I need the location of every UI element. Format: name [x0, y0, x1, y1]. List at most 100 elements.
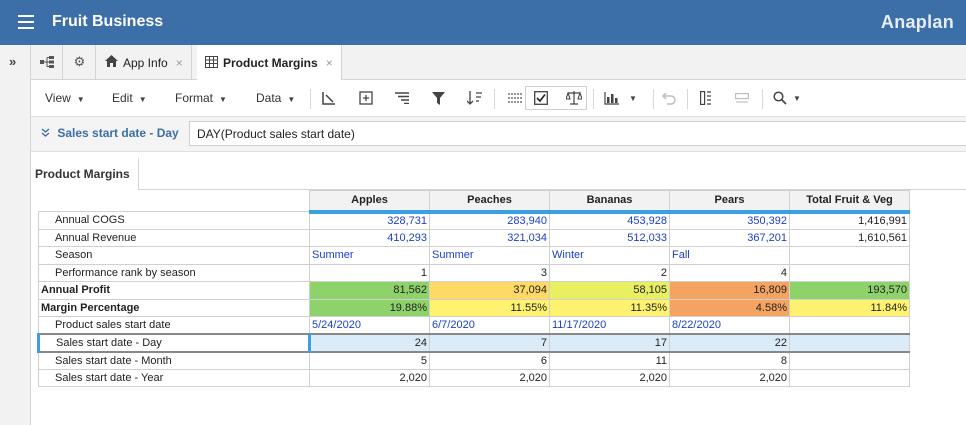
grid-cell[interactable]: 58,105 [549, 281, 670, 300]
sort-lines-icon[interactable] [392, 89, 412, 107]
table-row: Annual Profit 81,562 37,094 58,105 16,809 193… [38, 281, 910, 300]
grid-cell[interactable] [789, 351, 910, 370]
column-header[interactable]: Bananas [549, 190, 670, 214]
row-label[interactable]: Annual Revenue [38, 228, 310, 247]
grid-cell[interactable] [789, 263, 910, 282]
grid-cell[interactable]: 37,094 [429, 281, 550, 300]
row-label[interactable]: Margin Percentage [38, 298, 310, 317]
row-label[interactable]: Performance rank by season [38, 263, 310, 282]
grid-cell[interactable] [789, 246, 910, 265]
format-menu[interactable]: Format ▼ [175, 91, 227, 105]
balance-icon[interactable] [564, 89, 584, 107]
top-bar: Fruit Business Anaplan [0, 0, 966, 45]
view-menu[interactable]: View ▼ [45, 91, 85, 105]
column-header[interactable]: Total Fruit & Veg [789, 190, 910, 214]
grid-cell[interactable]: 453,928 [549, 211, 670, 230]
filter-icon[interactable] [428, 89, 448, 107]
grid-cell[interactable]: 512,033 [549, 228, 670, 247]
grid-header-row: Apples Peaches Bananas Pears Total Fruit… [38, 190, 910, 214]
freeze-icon[interactable] [696, 89, 716, 107]
checkbox-icon[interactable] [531, 89, 551, 107]
grid-cell[interactable]: 11/17/2020 [549, 316, 670, 335]
line-item-selector[interactable]: Sales start date - Day [41, 126, 179, 140]
edit-menu[interactable]: Edit ▼ [112, 91, 147, 105]
settings-gear-icon[interactable]: ⚙ [64, 45, 96, 79]
pivot-icon[interactable] [319, 89, 339, 107]
grid-cell[interactable]: 350,392 [669, 211, 790, 230]
table-row: Margin Percentage 19.88% 11.55% 11.35% 4.58%… [38, 298, 910, 317]
grid-cell[interactable]: 8 [669, 351, 790, 370]
search-dropdown-icon[interactable]: ▼ [787, 89, 807, 107]
grid-cell[interactable]: Fall [669, 246, 790, 265]
grid-cell[interactable]: 4.58% [669, 298, 790, 317]
formula-input[interactable]: DAY(Product sales start date) [189, 121, 966, 146]
grid-cell[interactable]: 24 [308, 333, 430, 353]
grid-cell[interactable]: Winter [549, 246, 670, 265]
toolbar-divider [310, 89, 311, 109]
grid-cell[interactable]: Summer [429, 246, 550, 265]
grid-cell[interactable]: 81,562 [309, 281, 430, 300]
grid-cell[interactable]: 2,020 [429, 368, 550, 387]
grid-cell[interactable] [789, 333, 910, 353]
data-menu[interactable]: Data ▼ [256, 91, 295, 105]
grid-cell[interactable]: 11.35% [549, 298, 670, 317]
grid-cell[interactable]: 328,731 [309, 211, 430, 230]
grid-cell[interactable]: 2 [549, 263, 670, 282]
grid-cell[interactable]: 1 [309, 263, 430, 282]
grid-cell[interactable]: Summer [309, 246, 430, 265]
table-row: Annual Revenue 410,293 321,034 512,033 367,2… [38, 228, 910, 247]
undo-icon[interactable] [659, 89, 679, 107]
grid-cell[interactable]: 2,020 [309, 368, 430, 387]
collapse-icon[interactable] [732, 89, 752, 107]
grid-cell[interactable] [789, 368, 910, 387]
grid-cell[interactable]: 6/7/2020 [429, 316, 550, 335]
grid-cell[interactable]: 2,020 [669, 368, 790, 387]
grid-cell[interactable]: 3 [429, 263, 550, 282]
grid-cell[interactable]: 16,809 [669, 281, 790, 300]
grid-cell[interactable]: 193,570 [789, 281, 910, 300]
grid-cell[interactable]: 11 [549, 351, 670, 370]
grid-cell[interactable]: 5/24/2020 [309, 316, 430, 335]
grid-cell[interactable]: 17 [549, 333, 670, 353]
grid-cell[interactable]: 8/22/2020 [669, 316, 790, 335]
row-label[interactable]: Sales start date - Month [38, 351, 310, 370]
grid-cell[interactable]: 5 [309, 351, 430, 370]
row-label[interactable]: Product sales start date [38, 316, 310, 335]
grid-cell[interactable]: 410,293 [309, 228, 430, 247]
grid-lines-icon[interactable] [505, 89, 525, 107]
grid-cell[interactable]: 11.84% [789, 298, 910, 317]
grid-cell[interactable]: 283,940 [429, 211, 550, 230]
grid-cell[interactable]: 7 [429, 333, 550, 353]
column-header[interactable]: Apples [309, 190, 430, 214]
grid-cell[interactable]: 2,020 [549, 368, 670, 387]
close-tab-icon[interactable]: × [176, 56, 183, 70]
row-label[interactable]: Sales start date - Day [37, 333, 310, 353]
grid-cell[interactable]: 321,034 [429, 228, 550, 247]
grid-cell[interactable]: 19.88% [309, 298, 430, 317]
grid-cell[interactable] [789, 316, 910, 335]
grid-cell[interactable]: 1,416,991 [789, 211, 910, 230]
insert-icon[interactable] [356, 89, 376, 107]
chart-icon[interactable] [601, 89, 621, 107]
hamburger-menu-icon[interactable] [18, 15, 34, 29]
hierarchy-icon[interactable] [31, 45, 63, 79]
chart-dropdown-icon[interactable]: ▼ [623, 89, 643, 107]
grid-cell[interactable]: 11.55% [429, 298, 550, 317]
grid-cell[interactable]: 22 [669, 333, 790, 353]
close-tab-icon[interactable]: × [326, 56, 333, 70]
column-header[interactable]: Pears [669, 190, 790, 214]
row-label[interactable]: Annual Profit [38, 281, 310, 300]
column-header[interactable]: Peaches [429, 190, 550, 214]
grid-cell[interactable]: 6 [429, 351, 550, 370]
tab-app-info[interactable]: App Info × [97, 45, 192, 80]
expand-rail-icon[interactable]: » [9, 54, 16, 69]
grid-cell[interactable]: 367,201 [669, 228, 790, 247]
grid-cell[interactable]: 1,610,561 [789, 228, 910, 247]
row-label[interactable]: Sales start date - Year [38, 368, 310, 387]
row-label[interactable]: Annual COGS [38, 211, 310, 230]
grid-cell[interactable]: 4 [669, 263, 790, 282]
tab-product-margins[interactable]: Product Margins × [197, 45, 342, 81]
sort-icon[interactable] [465, 89, 485, 107]
product-margins-grid: Apples Peaches Bananas Pears Total Fruit… [37, 190, 910, 387]
row-label[interactable]: Season [38, 246, 310, 265]
